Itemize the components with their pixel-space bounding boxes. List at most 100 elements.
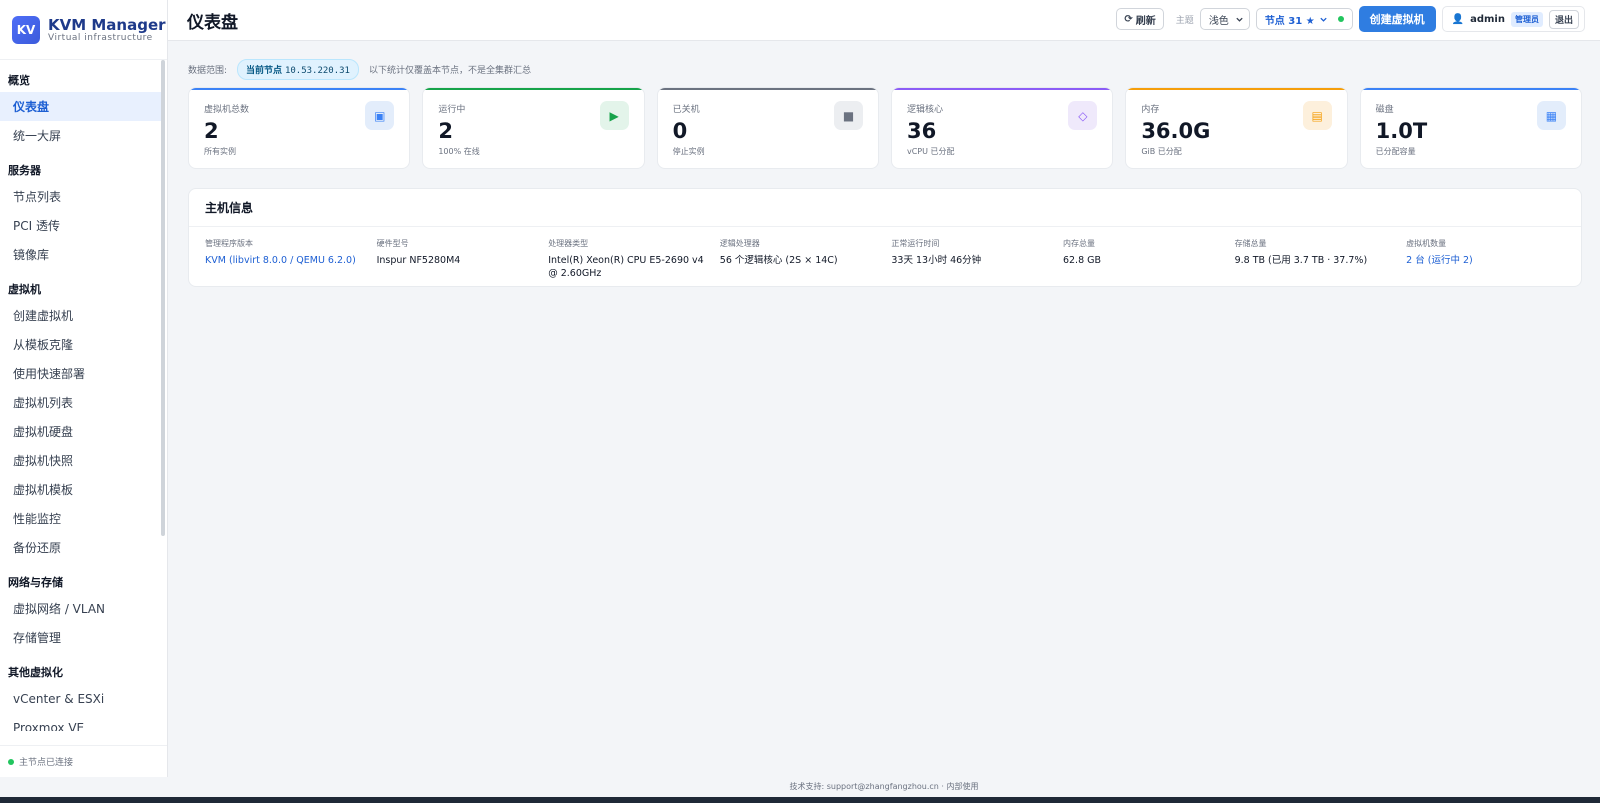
create-vm-button[interactable]: 创建虚拟机 (1358, 6, 1436, 32)
stat-card[interactable]: 内存 36.0G GiB 已分配 ▤ (1125, 87, 1348, 169)
page-title: 仪表盘 (187, 12, 238, 33)
scope-label: 数据范围: (188, 66, 228, 76)
sidebar-item[interactable]: Proxmox VE (0, 713, 161, 732)
theme-label: 主题 (1175, 15, 1194, 26)
host-info-card: 主机信息 管理程序版本 KVM (libvirt 8.0.0 / QEMU 6.2… (188, 188, 1582, 287)
host-info-value: 9.8 TB (已用 3.7 TB · 37.7%) (1234, 255, 1368, 266)
sidebar-item[interactable]: 虚拟机硬盘 (0, 417, 161, 446)
scope-node-ip: 10.53.220.31 (284, 66, 350, 76)
stat-label: 逻辑核心 (906, 105, 943, 115)
nav-group-title: 服务器 (8, 164, 41, 177)
play-icon: ▶ (599, 101, 629, 130)
stat-value: 0 (672, 119, 688, 143)
host-info-key: 虚拟机数量 (1406, 239, 1447, 248)
stat-subtext: GiB 已分配 (1141, 147, 1182, 156)
nav-group-title: 概览 (8, 74, 30, 87)
host-info-key: 内存总量 (1062, 239, 1095, 248)
nav-group-title: 其他虚拟化 (8, 666, 63, 679)
stats-row: 虚拟机总数 2 所有实例 ▣ 运行中 2 100% 在线 ▶ 已关机 0 停止实例 ■ 逻辑核心 36 vC… (188, 87, 1582, 169)
stat-accent-bar (891, 88, 1113, 90)
sidebar-item[interactable]: 备份还原 (0, 533, 161, 562)
host-info-key: 处理器类型 (548, 239, 589, 248)
stat-accent-bar (1360, 88, 1581, 90)
logout-button[interactable]: 退出 (1548, 9, 1579, 29)
scope-badge: 当前节点 10.53.220.31 (237, 59, 359, 80)
host-info-key: 存储总量 (1234, 239, 1267, 248)
host-info-value: Intel(R) Xeon(R) CPU E5-2690 v4 @ 2.60GH… (548, 255, 704, 279)
node-status-dot-icon (1337, 16, 1344, 22)
sidebar-item[interactable]: 虚拟机列表 (0, 388, 161, 417)
host-info-field: 存储总量 9.8 TB (已用 3.7 TB · 37.7%) (1235, 238, 1407, 280)
theme-value: 浅色 (1208, 15, 1229, 27)
stat-card[interactable]: 虚拟机总数 2 所有实例 ▣ (188, 87, 411, 169)
brand-subtitle: Virtual infrastructure (48, 32, 153, 43)
stat-subtext: 已分配容量 (1375, 147, 1416, 156)
main-content: 数据范围: 当前节点 10.53.220.31 以下统计仅覆盖本节点，不是全集群… (168, 41, 1600, 777)
host-info-value: Inspur NF5280M4 (376, 255, 461, 266)
stat-value: 2 (438, 119, 453, 143)
chevron-down-icon (1236, 17, 1243, 22)
brand[interactable]: KV KVM Manager Virtual infrastructure (0, 0, 167, 60)
stat-subtext: 所有实例 (204, 147, 236, 156)
stat-label: 运行中 (438, 105, 466, 115)
sidebar-item[interactable]: 镜像库 (0, 240, 161, 269)
stat-label: 虚拟机总数 (204, 105, 250, 115)
core-icon: ◇ (1068, 101, 1098, 130)
host-info-value[interactable]: KVM (libvirt 8.0.0 / QEMU 6.2.0) (205, 254, 365, 267)
theme-select[interactable]: 浅色 (1199, 8, 1250, 30)
sidebar-item[interactable]: 统一大屏 (0, 121, 161, 150)
connection-status: 主节点已连接 (0, 745, 167, 777)
host-info-value: 62.8 GB (1062, 255, 1102, 266)
sidebar-item[interactable]: 虚拟机快照 (0, 446, 161, 475)
host-info-field: 内存总量 62.8 GB (1063, 238, 1235, 280)
sidebar-item[interactable]: 虚拟网络 / VLAN (0, 594, 161, 623)
chip-icon: ▣ (365, 101, 395, 130)
sidebar-item[interactable]: 性能监控 (0, 504, 161, 533)
sidebar-item[interactable]: 使用快速部署 (0, 359, 161, 388)
refresh-label: 刷新 (1135, 15, 1156, 27)
sidebar-item[interactable]: 虚拟机模板 (0, 475, 161, 504)
brand-name: KVM Manager (48, 15, 166, 34)
topbar: 仪表盘 ⟳ 刷新 主题 浅色 节点 31 ★ 创建虚拟机 👤 admin 管理员… (168, 0, 1600, 41)
sidebar-item[interactable]: 从模板克隆 (0, 330, 161, 359)
stat-subtext: 停止实例 (672, 147, 705, 156)
nav-group-title: 网络与存储 (8, 576, 63, 589)
sidebar-item[interactable]: vCenter & ESXi (0, 684, 161, 713)
data-scope: 数据范围: 当前节点 10.53.220.31 以下统计仅覆盖本节点，不是全集群… (188, 59, 531, 80)
sidebar-item[interactable]: PCI 透传 (0, 211, 161, 240)
host-info-key: 逻辑处理器 (719, 239, 760, 248)
stat-card[interactable]: 运行中 2 100% 在线 ▶ (422, 87, 645, 169)
stat-value: 2 (204, 119, 219, 143)
host-info-key: 硬件型号 (376, 239, 409, 248)
page-footer: 技术支持: support@zhangfangzhou.cn · 内部使用 (789, 782, 979, 791)
host-info-value[interactable]: 2 台 (运行中 2) (1406, 254, 1566, 267)
disk-icon: ▦ (1536, 101, 1566, 130)
user-menu: 👤 admin 管理员 退出 (1441, 6, 1585, 32)
refresh-icon: ⟳ (1124, 13, 1133, 25)
stat-accent-bar (1126, 88, 1347, 90)
node-label: 节点 31 ★ (1264, 15, 1315, 27)
stat-card[interactable]: 逻辑核心 36 vCPU 已分配 ◇ (890, 87, 1114, 169)
refresh-button[interactable]: ⟳ 刷新 (1116, 8, 1164, 30)
host-info-field: 虚拟机数量 2 台 (运行中 2) (1406, 238, 1578, 280)
stat-card[interactable]: 磁盘 1.0T 已分配容量 ▦ (1359, 87, 1582, 169)
sidebar-item[interactable]: 节点列表 (0, 182, 161, 211)
sidebar: KV KVM Manager Virtual infrastructure 概览… (0, 0, 168, 777)
host-info-value: 33天 13小时 46分钟 (891, 255, 982, 266)
host-info-grid: 管理程序版本 KVM (libvirt 8.0.0 / QEMU 6.2.0) 硬件… (189, 227, 1581, 280)
stat-label: 已关机 (672, 105, 700, 115)
sidebar-scrollbar[interactable] (161, 60, 165, 536)
stat-accent-bar (423, 88, 644, 90)
sidebar-item[interactable]: 存储管理 (0, 623, 161, 652)
memory-icon: ▤ (1302, 101, 1332, 130)
host-info-field: 处理器类型 Intel(R) Xeon(R) CPU E5-2690 v4 @ 2… (548, 238, 720, 280)
sidebar-item[interactable]: 创建虚拟机 (0, 301, 161, 330)
stat-value: 1.0T (1375, 119, 1428, 143)
host-info-field: 正常运行时间 33天 13小时 46分钟 (891, 238, 1063, 280)
sidebar-item[interactable]: 仪表盘 (0, 92, 161, 121)
bottom-strip (0, 797, 1600, 803)
stat-card[interactable]: 已关机 0 停止实例 ■ (656, 87, 879, 169)
host-info-title: 主机信息 (189, 189, 1581, 227)
node-selector[interactable]: 节点 31 ★ (1255, 8, 1353, 30)
stop-icon: ■ (833, 101, 863, 130)
